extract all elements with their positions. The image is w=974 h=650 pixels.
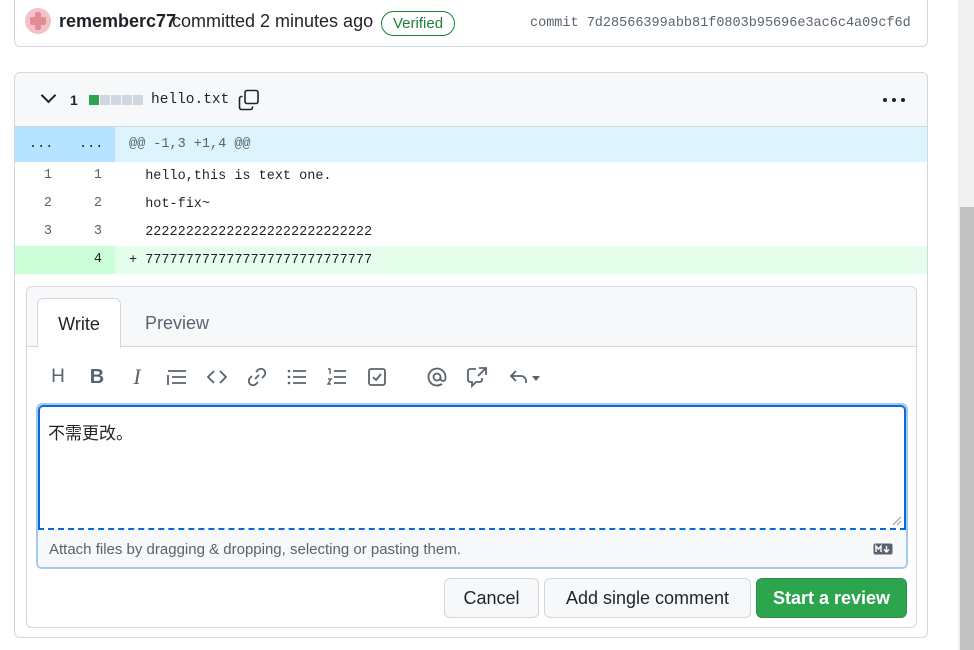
italic-icon: I xyxy=(133,364,141,389)
diffstat xyxy=(89,95,143,105)
line-number-new[interactable]: 1 xyxy=(62,168,102,183)
resize-grip-icon[interactable] xyxy=(892,516,902,526)
mention-icon xyxy=(427,367,447,387)
file-name[interactable]: hello.txt xyxy=(151,92,229,108)
commit-author[interactable]: rememberc77 xyxy=(59,11,176,32)
diff-line[interactable]: 3 3 2222222222222222222222222222 xyxy=(15,218,927,246)
hunk-header-row: ... ... @@ -1,3 +1,4 @@ xyxy=(15,127,927,162)
add-single-comment-button[interactable]: Add single comment xyxy=(544,578,751,618)
caret-down-icon xyxy=(532,376,540,381)
quote-button[interactable] xyxy=(163,363,191,391)
line-number-new[interactable]: 4 xyxy=(62,252,102,267)
tab-write[interactable]: Write xyxy=(37,298,121,348)
code-line: hot-fix~ xyxy=(129,197,211,212)
commit-header: rememberc77 committed 2 minutes ago Veri… xyxy=(14,0,928,47)
start-review-button[interactable]: Start a review xyxy=(756,578,907,618)
ordered-list-button[interactable] xyxy=(323,363,351,391)
diff-change-count: 1 xyxy=(70,92,78,108)
hunk-new-expander[interactable]: ... xyxy=(79,137,103,152)
kebab-menu-icon[interactable] xyxy=(879,89,909,111)
verified-badge[interactable]: Verified xyxy=(381,11,456,36)
chevron-down-icon[interactable] xyxy=(40,87,57,104)
copy-icon[interactable] xyxy=(238,89,260,111)
comment-textarea[interactable]: 不需更改。 xyxy=(38,405,906,530)
ordered-list-icon xyxy=(326,368,346,385)
heading-button[interactable]: H xyxy=(44,363,72,391)
comment-text: 不需更改。 xyxy=(48,424,133,444)
line-number-new[interactable]: 3 xyxy=(62,224,102,239)
quote-icon xyxy=(167,370,186,385)
diff-line[interactable]: 1 1 hello,this is text one. xyxy=(15,162,927,190)
diffstat-neutral-block xyxy=(111,95,121,105)
bold-button[interactable]: B xyxy=(83,363,111,391)
diff-table: ... ... @@ -1,3 +1,4 @@ 1 1 hello,this i… xyxy=(15,127,927,274)
attach-files-bar[interactable]: Attach files by dragging & dropping, sel… xyxy=(38,530,906,567)
code-icon xyxy=(206,370,228,384)
cross-reference-button[interactable] xyxy=(463,363,491,391)
link-icon xyxy=(247,367,267,387)
diff-line[interactable]: 2 2 hot-fix~ xyxy=(15,190,927,218)
mention-button[interactable] xyxy=(423,363,451,391)
avatar[interactable] xyxy=(25,8,51,34)
italic-button[interactable]: I xyxy=(123,363,151,391)
comment-tabs: Write Preview xyxy=(27,287,916,348)
diff-line-added[interactable]: 4 + 7777777777777777777777777777 xyxy=(15,246,927,274)
attach-hint: Attach files by dragging & dropping, sel… xyxy=(49,541,461,558)
line-number-old[interactable]: 3 xyxy=(15,224,52,239)
line-number-new[interactable]: 2 xyxy=(62,196,102,211)
comment-editor: 不需更改。 Attach files by dragging & droppin… xyxy=(36,403,908,569)
hunk-old-expander[interactable]: ... xyxy=(29,137,53,152)
code-line: hello,this is text one. xyxy=(129,169,332,184)
unordered-list-icon xyxy=(287,369,306,385)
reply-icon xyxy=(509,370,527,383)
commit-hash[interactable]: commit 7d28566399abb81f0803b95696e3ac6c4… xyxy=(530,16,911,31)
file-header: 1 hello.txt xyxy=(15,73,927,127)
line-number-old[interactable]: 2 xyxy=(15,196,52,211)
task-list-icon xyxy=(368,368,386,386)
code-line: + 7777777777777777777777777777 xyxy=(129,253,373,268)
link-button[interactable] xyxy=(243,363,271,391)
unordered-list-button[interactable] xyxy=(283,363,311,391)
hunk-header-text: @@ -1,3 +1,4 @@ xyxy=(129,137,251,152)
bold-icon: B xyxy=(89,366,105,388)
tab-preview[interactable]: Preview xyxy=(137,298,217,348)
markdown-toolbar: H B I xyxy=(27,359,916,395)
diffstat-neutral-block xyxy=(122,95,132,105)
code-line: 2222222222222222222222222222 xyxy=(129,225,373,240)
inline-comment-form: Write Preview H B I 不需更改。 Attach files b… xyxy=(26,286,917,628)
code-button[interactable] xyxy=(203,363,231,391)
markdown-icon[interactable] xyxy=(873,543,893,555)
saved-replies-button[interactable] xyxy=(505,363,545,391)
heading-icon: H xyxy=(51,366,65,387)
cancel-button[interactable]: Cancel xyxy=(444,578,539,618)
line-number-old[interactable]: 1 xyxy=(15,168,52,183)
cross-reference-icon xyxy=(467,367,487,388)
commit-time: committed 2 minutes ago xyxy=(172,11,374,31)
diffstat-neutral-block xyxy=(100,95,110,105)
diffstat-neutral-block xyxy=(133,95,143,105)
task-list-button[interactable] xyxy=(363,363,391,391)
scrollbar-thumb[interactable] xyxy=(960,207,974,650)
diffstat-added-block xyxy=(89,95,99,105)
file-diff: 1 hello.txt ... ... @@ -1,3 +1,4 @@ 1 1 … xyxy=(14,72,928,638)
